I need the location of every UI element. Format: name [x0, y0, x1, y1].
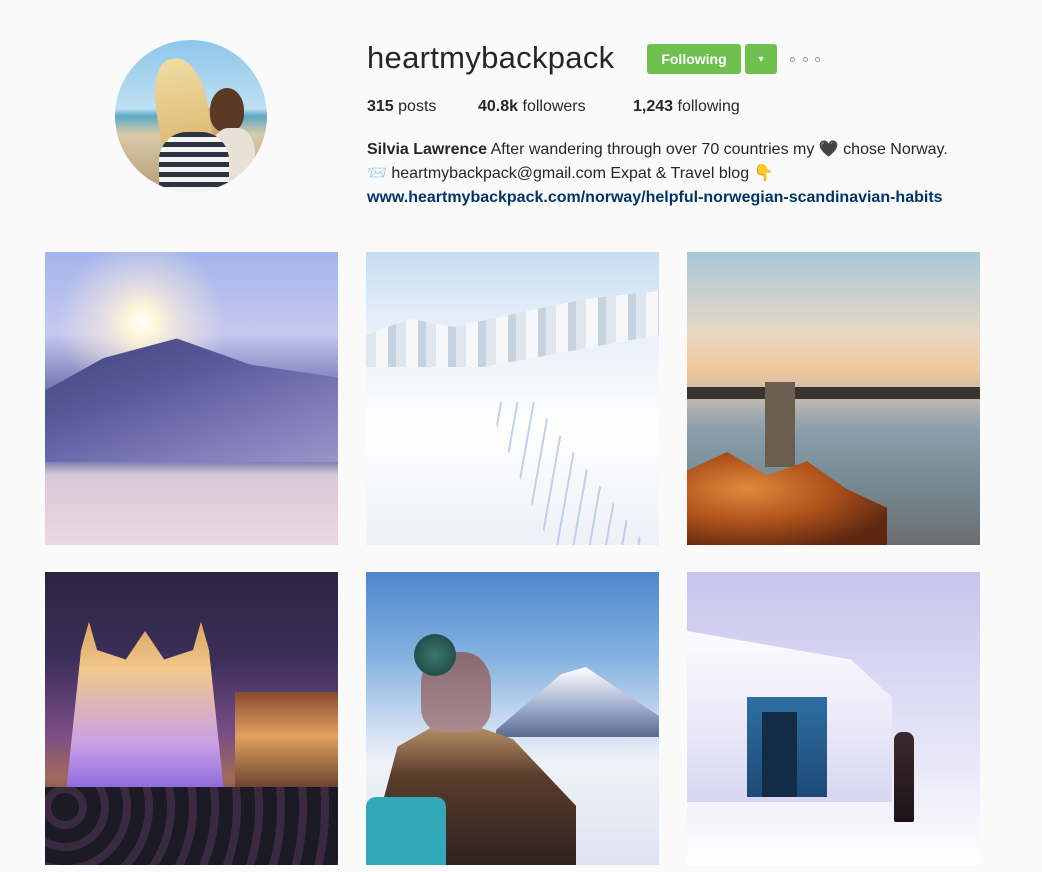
bridge-deck [687, 387, 980, 399]
person-in-snow [894, 732, 914, 822]
profile-avatar[interactable] [115, 40, 267, 192]
hat-pompom [414, 634, 456, 676]
avatar-shirt [159, 132, 229, 192]
post-thumbnail-6[interactable] [687, 572, 980, 865]
heart-icon: 🖤 [818, 141, 839, 158]
follow-options-dropdown-button[interactable]: ▾ [745, 44, 777, 74]
profile-bio: Silvia Lawrence After wandering through … [367, 138, 948, 210]
posts-label: posts [398, 98, 437, 115]
profile-page: heartmybackpack Following ▾ 315 posts 40… [0, 0, 1042, 872]
ski-track [486, 402, 646, 545]
avatar-friend-head [210, 88, 244, 132]
ellipsis-dot [790, 56, 795, 62]
basilica [65, 621, 225, 802]
bio-contact: heartmybackpack@gmail.com Expat & Travel… [386, 165, 754, 182]
bio-line-2: 📨 heartmybackpack@gmail.com Expat & Trav… [367, 162, 948, 186]
post-thumbnail-4[interactable] [45, 572, 338, 865]
post-thumbnail-3[interactable] [687, 252, 980, 545]
post-thumbnail-1[interactable] [45, 252, 338, 545]
backpack [366, 797, 446, 865]
post-thumbnail-5[interactable] [366, 572, 659, 865]
snowy-mountain [45, 338, 338, 462]
following-count: 1,243 [633, 98, 674, 115]
following-button[interactable]: Following [647, 44, 741, 74]
ellipsis-dot [802, 56, 808, 62]
bio-text: After wandering through over 70 countrie… [487, 141, 819, 158]
snowy-forest [366, 291, 659, 367]
bridge-tower [765, 382, 795, 467]
profile-username: heartmybackpack [367, 40, 615, 75]
profile-full-name: Silvia Lawrence [367, 141, 488, 158]
bio-text-end: chose Norway. [838, 141, 948, 158]
crowd [45, 787, 338, 865]
followers-stat[interactable]: 40.8k followers [478, 98, 586, 116]
market-stall [235, 692, 338, 802]
posts-count: 315 [367, 98, 394, 115]
mail-icon: 📨 [367, 165, 387, 182]
posts-stat: 315 posts [367, 98, 436, 116]
bio-line-1: Silvia Lawrence After wandering through … [367, 138, 948, 162]
following-label: following [677, 98, 740, 115]
bio-website-link[interactable]: www.heartmybackpack.com/norway/helpful-n… [367, 189, 943, 206]
followers-label: followers [522, 98, 586, 115]
mountain-peak [496, 667, 659, 737]
ellipsis-dot [815, 56, 820, 62]
following-stat[interactable]: 1,243 following [633, 98, 740, 116]
hut-doorway [762, 712, 797, 797]
followers-count: 40.8k [478, 98, 519, 115]
post-thumbnail-2[interactable] [366, 252, 659, 545]
pointing-down-icon: 👇 [753, 165, 774, 182]
ellipsis-icon[interactable] [790, 50, 820, 68]
bio-line-3: www.heartmybackpack.com/norway/helpful-n… [367, 186, 948, 210]
